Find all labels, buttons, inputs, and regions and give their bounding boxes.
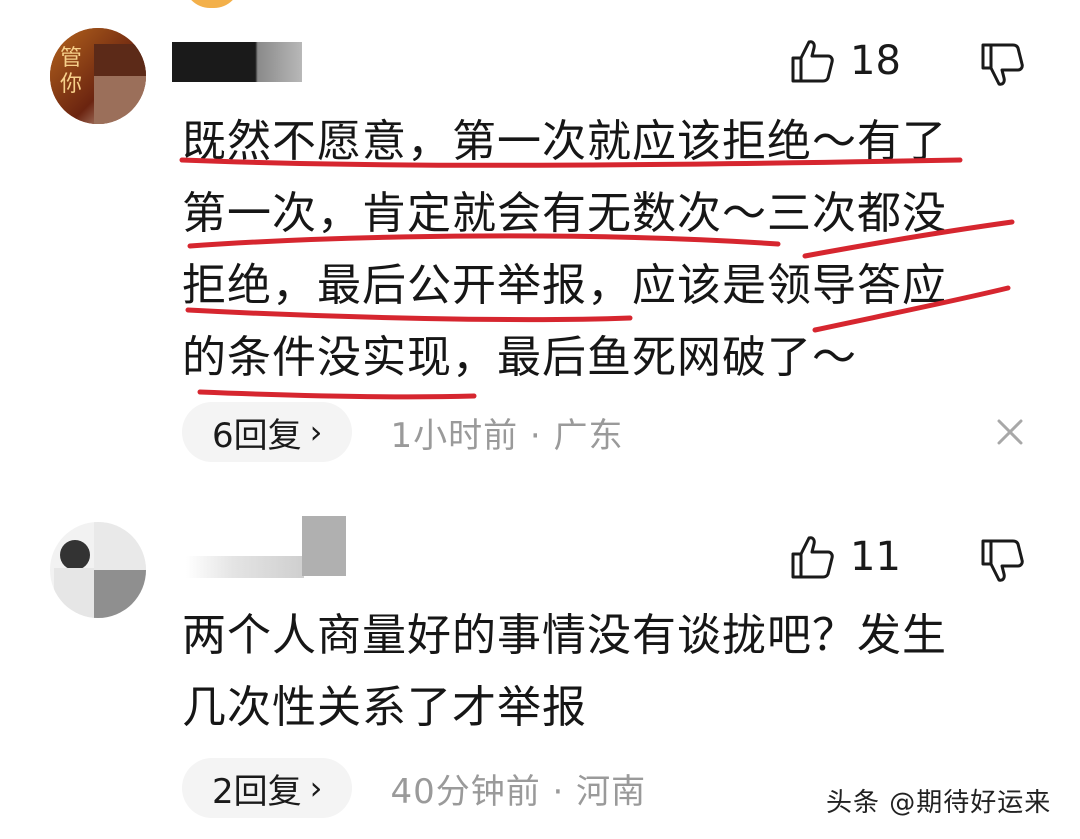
avatar-text: 管你 — [60, 46, 83, 97]
like-count: 11 — [850, 534, 901, 580]
watermark: 头条 @期待好运来 — [826, 788, 1052, 818]
thumbs-up-icon — [791, 536, 834, 579]
comment-text-line: 拒绝，最后公开举报，应该是领导答应 — [182, 260, 947, 311]
dislike-button[interactable] — [980, 538, 1026, 588]
reply-count: 2回复 — [212, 771, 302, 812]
time-location: 1小时前 · 广东 — [390, 415, 624, 456]
comment-text-line: 两个人商量好的事情没有谈拢吧？发生 — [182, 610, 947, 661]
username-redacted — [186, 556, 304, 578]
previous-item-fragment — [184, 0, 240, 8]
username-redacted — [172, 42, 302, 82]
chevron-right-icon: › — [309, 769, 323, 807]
comment-text-line: 第一次，肯定就会有无数次～三次都没 — [182, 188, 947, 239]
reply-count: 6回复 — [212, 415, 302, 456]
comment-text: 既然不愿意，第一次就应该拒绝～有了 第一次，肯定就会有无数次～三次都没 拒绝，最… — [182, 106, 1012, 394]
comment-text-line: 几次性关系了才举报 — [182, 682, 587, 733]
thumbs-down-icon — [981, 539, 1024, 582]
thumbs-down-icon — [981, 43, 1024, 86]
reply-button[interactable]: 2回复 › — [182, 758, 353, 818]
username-redacted — [302, 516, 346, 576]
dismiss-button[interactable] — [996, 418, 1024, 450]
time-location: 40分钟前 · 河南 — [390, 771, 647, 812]
avatar[interactable] — [50, 522, 146, 618]
comment-meta: 6回复 › 1小时前 · 广东 — [182, 402, 624, 462]
thumbs-up-icon — [791, 40, 834, 83]
comment-text: 两个人商量好的事情没有谈拢吧？发生 几次性关系了才举报 — [182, 600, 1012, 744]
chevron-right-icon: › — [309, 413, 323, 451]
comment-text-line: 既然不愿意，第一次就应该拒绝～有了 — [182, 116, 947, 167]
like-count: 18 — [850, 38, 901, 84]
like-button[interactable]: 18 — [790, 38, 901, 84]
avatar[interactable]: 管你 — [50, 28, 146, 124]
comment-meta: 2回复 › 40分钟前 · 河南 — [182, 758, 646, 818]
close-icon — [997, 419, 1023, 445]
like-button[interactable]: 11 — [790, 534, 901, 580]
reply-button[interactable]: 6回复 › — [182, 402, 353, 462]
dislike-button[interactable] — [980, 42, 1026, 92]
comment-text-line: 的条件没实现，最后鱼死网破了～ — [182, 332, 857, 383]
